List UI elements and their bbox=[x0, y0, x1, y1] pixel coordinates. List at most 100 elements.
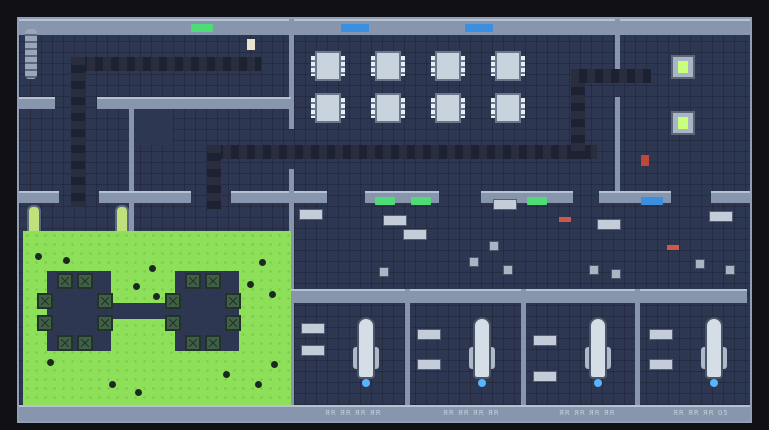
office-desk bbox=[597, 219, 621, 230]
hangar-divider bbox=[521, 289, 526, 419]
bay-label: ЯR ЯR ЯR 05 bbox=[673, 409, 729, 417]
mess-table bbox=[371, 93, 405, 123]
engine-glow bbox=[478, 379, 486, 387]
mess-table bbox=[491, 51, 525, 81]
bay-label: ЯR ЯR ЯR ЯR bbox=[559, 409, 616, 417]
office-chair bbox=[489, 241, 499, 251]
office-chair bbox=[503, 265, 513, 275]
crew-sprite[interactable] bbox=[641, 155, 649, 166]
shrub bbox=[35, 253, 42, 260]
shrub bbox=[109, 381, 116, 388]
office-chair bbox=[611, 269, 621, 279]
blue-door-sign bbox=[641, 197, 663, 205]
spaceship-bay-1[interactable] bbox=[353, 317, 379, 389]
supply-crate[interactable] bbox=[37, 293, 53, 309]
office-desk bbox=[403, 229, 427, 240]
shrub bbox=[135, 389, 142, 396]
control-console[interactable] bbox=[137, 109, 173, 145]
north-wall bbox=[19, 19, 750, 35]
green-door-sign bbox=[191, 24, 213, 32]
shrub bbox=[247, 281, 254, 288]
shrub bbox=[133, 283, 140, 290]
spaceship-bay-3[interactable] bbox=[585, 317, 611, 389]
robot-sprite[interactable] bbox=[247, 39, 255, 50]
tool-bench bbox=[301, 323, 325, 334]
tool-bench bbox=[649, 359, 673, 370]
mess-table bbox=[431, 93, 465, 123]
supply-crate[interactable] bbox=[185, 335, 201, 351]
office-chair bbox=[589, 265, 599, 275]
supply-crate[interactable] bbox=[165, 315, 181, 331]
tool-bench bbox=[301, 345, 325, 356]
shrub bbox=[47, 359, 54, 366]
tool-bench bbox=[417, 329, 441, 340]
green-door-sign bbox=[411, 197, 431, 205]
shrub bbox=[223, 371, 230, 378]
supply-crate[interactable] bbox=[37, 315, 53, 331]
green-door-sign bbox=[375, 197, 395, 205]
crew-sprite[interactable] bbox=[559, 217, 571, 222]
tool-bench bbox=[533, 371, 557, 382]
tool-bench bbox=[533, 335, 557, 346]
engine-glow bbox=[362, 379, 370, 387]
supply-crate[interactable] bbox=[225, 315, 241, 331]
supply-crate[interactable] bbox=[185, 273, 201, 289]
office-chair bbox=[379, 267, 389, 277]
blue-door-sign bbox=[465, 24, 493, 32]
ship-hull bbox=[589, 317, 607, 379]
shrub bbox=[153, 293, 160, 300]
spaceship-bay-4[interactable] bbox=[701, 317, 727, 389]
crew-sprite[interactable] bbox=[667, 245, 679, 250]
office-desk bbox=[709, 211, 733, 222]
shrub bbox=[259, 259, 266, 266]
wall-segment bbox=[19, 97, 55, 109]
engine-glow bbox=[594, 379, 602, 387]
supply-crate[interactable] bbox=[57, 335, 73, 351]
wall-segment bbox=[97, 97, 291, 109]
supply-crate[interactable] bbox=[57, 273, 73, 289]
mess-table bbox=[311, 93, 345, 123]
mess-table bbox=[491, 93, 525, 123]
conveyor-track bbox=[207, 145, 597, 159]
supply-crate[interactable] bbox=[97, 293, 113, 309]
ship-hull bbox=[473, 317, 491, 379]
wall-segment bbox=[99, 191, 191, 203]
office-desk bbox=[299, 209, 323, 220]
conveyor-track bbox=[571, 79, 585, 159]
office-chair bbox=[695, 259, 705, 269]
cryo-pod[interactable] bbox=[671, 111, 695, 135]
shrub bbox=[269, 291, 276, 298]
supply-crate[interactable] bbox=[165, 293, 181, 309]
bay-label: ЯR ЯR ЯR ЯR bbox=[443, 409, 500, 417]
wall-segment bbox=[19, 191, 59, 203]
green-door-sign bbox=[527, 197, 547, 205]
game-viewport: ЯR ЯR ЯR ЯR ЯR ЯR ЯR ЯR ЯR ЯR ЯR ЯR ЯR Я… bbox=[0, 0, 769, 430]
supply-crate[interactable] bbox=[205, 335, 221, 351]
cryo-pod[interactable] bbox=[671, 55, 695, 79]
hangar-wall bbox=[291, 289, 747, 303]
mess-table bbox=[371, 51, 405, 81]
wall-segment bbox=[231, 191, 327, 203]
station-map: ЯR ЯR ЯR ЯR ЯR ЯR ЯR ЯR ЯR ЯR ЯR ЯR ЯR Я… bbox=[17, 17, 752, 423]
tool-bench bbox=[649, 329, 673, 340]
shrub bbox=[271, 361, 278, 368]
mess-table bbox=[431, 51, 465, 81]
conveyor-track bbox=[207, 145, 221, 209]
supply-crate[interactable] bbox=[97, 315, 113, 331]
wall-segment bbox=[615, 97, 620, 191]
conveyor-track bbox=[71, 57, 85, 207]
supply-crate[interactable] bbox=[77, 273, 93, 289]
greenhouse-field bbox=[23, 231, 291, 405]
supply-crate[interactable] bbox=[77, 335, 93, 351]
supply-crate[interactable] bbox=[225, 293, 241, 309]
office-chair bbox=[469, 257, 479, 267]
shrub bbox=[63, 257, 70, 264]
wall-segment bbox=[289, 19, 294, 129]
ship-hull bbox=[705, 317, 723, 379]
south-wall bbox=[19, 405, 750, 421]
bay-label: ЯR ЯR ЯR ЯR bbox=[325, 409, 382, 417]
spaceship-bay-2[interactable] bbox=[469, 317, 495, 389]
supply-crate[interactable] bbox=[205, 273, 221, 289]
engine-glow bbox=[710, 379, 718, 387]
hangar-divider bbox=[635, 289, 640, 419]
